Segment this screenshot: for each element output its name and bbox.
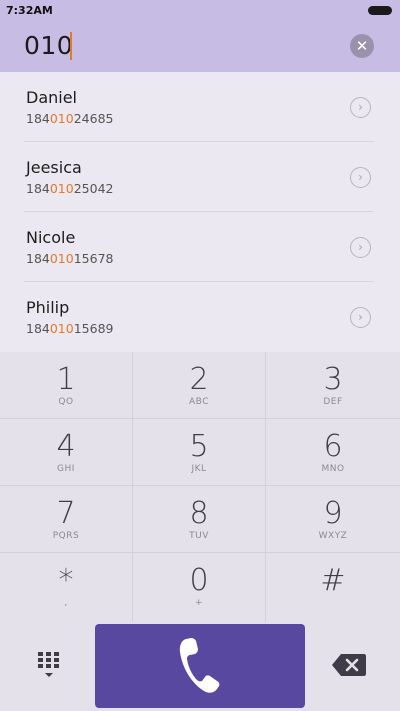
key-8[interactable]: 8 TUV: [133, 486, 266, 553]
voicemail-icon: QO: [58, 397, 74, 407]
key-letters: JKL: [191, 464, 207, 474]
contact-number: 18401024685: [26, 111, 113, 126]
key-digit: 4: [56, 429, 76, 464]
key-6[interactable]: 6 MNO: [266, 419, 400, 486]
list-item[interactable]: Jeesica 18401025042 ›: [0, 142, 400, 212]
contact-name: Nicole: [26, 228, 76, 247]
key-2[interactable]: 2 ABC: [133, 352, 266, 419]
status-bar: 7:32AM: [0, 0, 400, 22]
key-letters: ,: [64, 598, 68, 608]
chevron-right-icon[interactable]: ›: [350, 237, 371, 258]
key-letters: ABC: [189, 397, 209, 407]
number-prefix: 184: [26, 181, 50, 196]
contact-name: Philip: [26, 298, 70, 317]
key-digit: 5: [189, 429, 209, 464]
key-digit: 7: [56, 496, 76, 531]
key-letters: PQRS: [52, 531, 80, 541]
key-letters: GHI: [57, 464, 75, 474]
number-prefix: 184: [26, 321, 50, 336]
key-digit: 0: [189, 563, 209, 598]
number-match: 010: [49, 111, 74, 126]
list-item[interactable]: Nicole 18401015678 ›: [0, 212, 400, 282]
number-suffix: 15689: [73, 321, 114, 336]
dialer-action-bar: [0, 622, 400, 711]
key-letters: MNO: [321, 464, 345, 474]
dial-keypad: 1 QO 2 ABC 3 DEF 4 GHI 5 JKL 6 MNO 7 PQRS 8 TUV …: [0, 352, 400, 622]
number-suffix: 24685: [73, 111, 114, 126]
close-icon[interactable]: ✕: [350, 34, 374, 58]
battery-icon: [368, 6, 392, 15]
key-letters: WXYZ: [318, 531, 348, 541]
dial-input[interactable]: 010: [24, 31, 73, 60]
chevron-right-icon[interactable]: ›: [350, 307, 371, 328]
contact-name: Jeesica: [26, 158, 82, 177]
key-1[interactable]: 1 QO: [0, 352, 133, 419]
key-3[interactable]: 3 DEF: [266, 352, 400, 419]
key-9[interactable]: 9 WXYZ: [266, 486, 400, 553]
list-item[interactable]: Daniel 18401024685 ›: [0, 72, 400, 142]
contact-number: 18401015678: [26, 251, 113, 266]
dialpad-icon[interactable]: [38, 652, 60, 678]
key-letters: +: [194, 598, 204, 608]
key-digit: 1: [56, 362, 76, 397]
key-digit: 6: [323, 429, 343, 464]
key-5[interactable]: 5 JKL: [133, 419, 266, 486]
chevron-right-icon[interactable]: ›: [350, 167, 371, 188]
number-prefix: 184: [26, 251, 50, 266]
number-suffix: 25042: [73, 181, 114, 196]
key-4[interactable]: 4 GHI: [0, 419, 133, 486]
status-time: 7:32AM: [6, 4, 53, 17]
number-match: 010: [49, 181, 74, 196]
contact-suggestion-list: Daniel 18401024685 › Jeesica 18401025042…: [0, 72, 400, 352]
key-letters: DEF: [323, 397, 343, 407]
key-0[interactable]: 0 +: [133, 553, 266, 622]
key-7[interactable]: 7 PQRS: [0, 486, 133, 553]
call-button[interactable]: [95, 624, 305, 708]
contact-name: Daniel: [26, 88, 77, 107]
key-digit: #: [320, 563, 346, 598]
key-digit: *: [58, 563, 74, 598]
backspace-icon[interactable]: [332, 654, 366, 676]
number-match: 010: [49, 321, 74, 336]
key-star[interactable]: *,: [0, 553, 133, 622]
number-suffix: 15678: [73, 251, 114, 266]
chevron-right-icon[interactable]: ›: [350, 97, 371, 118]
number-match: 010: [49, 251, 74, 266]
key-digit: 8: [189, 496, 209, 531]
dial-header: 010 ✕: [0, 22, 400, 72]
key-hash[interactable]: #: [266, 553, 400, 622]
contact-number: 18401025042: [26, 181, 113, 196]
key-letters: TUV: [189, 531, 209, 541]
list-item[interactable]: Philip 18401015689 ›: [0, 282, 400, 352]
phone-icon: [179, 638, 220, 693]
text-caret: [70, 32, 72, 60]
key-digit: 2: [189, 362, 209, 397]
key-digit: 3: [323, 362, 343, 397]
key-digit: 9: [323, 496, 343, 531]
number-prefix: 184: [26, 111, 50, 126]
contact-number: 18401015689: [26, 321, 113, 336]
